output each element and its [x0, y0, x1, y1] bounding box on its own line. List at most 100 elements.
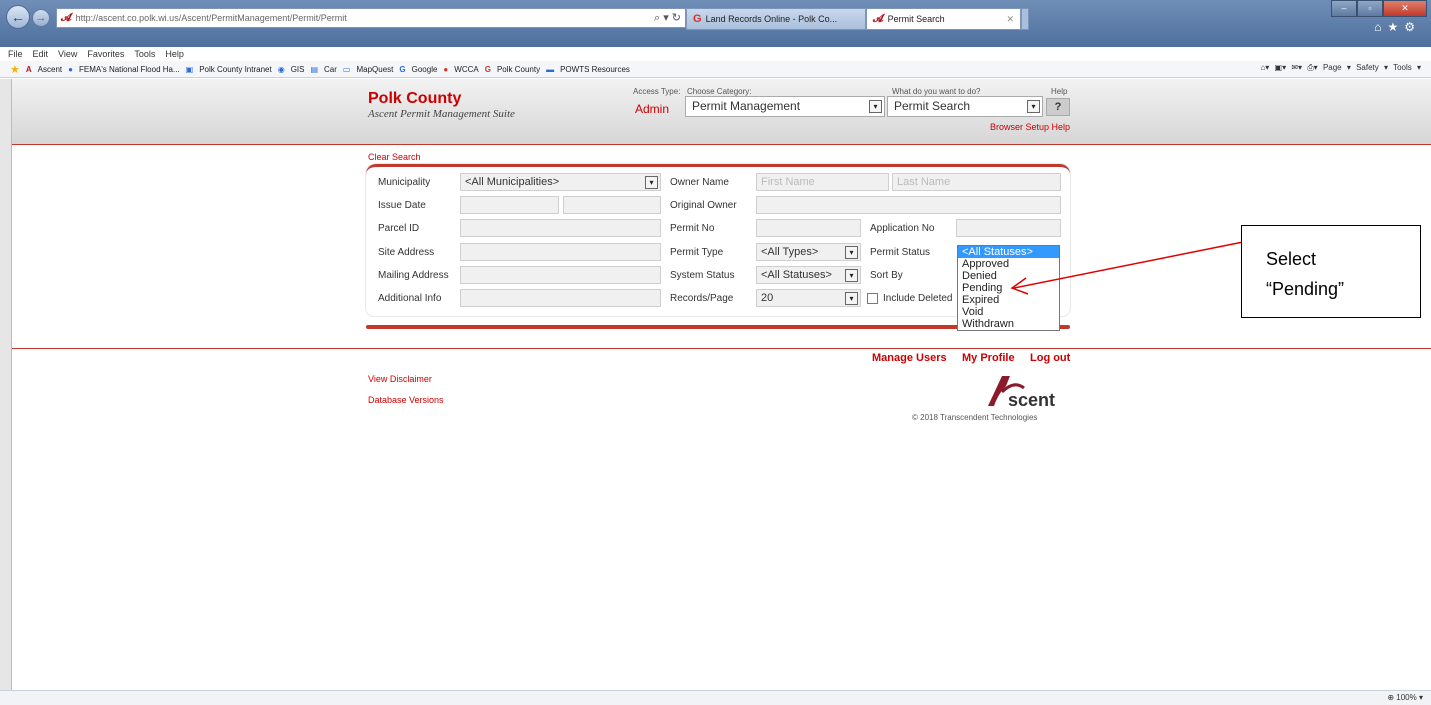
minimize-button[interactable]: –	[1331, 0, 1357, 17]
address-url: http://ascent.co.polk.wi.us/Ascent/Permi…	[75, 13, 347, 23]
fav-mapquest[interactable]: MapQuest	[356, 65, 393, 74]
arrow-right-icon: →	[35, 12, 47, 24]
browser-setup-help-link[interactable]: Browser Setup Help	[990, 122, 1070, 132]
municipality-select[interactable]: <All Municipalities> ▾	[460, 173, 661, 191]
arrow-left-icon: ←	[11, 9, 25, 25]
parcel-id-label: Parcel ID	[378, 223, 420, 234]
original-owner-input[interactable]	[756, 196, 1061, 214]
clear-search-link[interactable]: Clear Search	[368, 152, 421, 162]
annotation-arrow	[1010, 241, 1244, 295]
site-address-input[interactable]	[460, 243, 661, 261]
records-page-select[interactable]: 20 ▾	[756, 289, 861, 307]
permit-status-label: Permit Status	[870, 247, 931, 258]
ascent-logo: scent	[988, 376, 1055, 410]
fav-powts[interactable]: POWTS Resources	[560, 65, 630, 74]
issue-date-label: Issue Date	[378, 200, 426, 211]
help-button[interactable]: ?	[1046, 98, 1070, 116]
menu-favorites[interactable]: Favorites	[87, 49, 124, 59]
favorites-star-icon[interactable]: ★	[10, 63, 20, 76]
log-out-link[interactable]: Log out	[1030, 352, 1070, 364]
site-address-label: Site Address	[378, 247, 435, 258]
menu-help[interactable]: Help	[165, 49, 184, 59]
owner-first-name-input[interactable]: First Name	[756, 173, 889, 191]
issue-date-from-input[interactable]	[460, 196, 559, 214]
sort-by-label: Sort By	[870, 270, 903, 281]
google-favicon-icon: G	[693, 13, 702, 25]
include-deleted-checkbox[interactable]	[867, 293, 878, 304]
fav-gis[interactable]: GIS	[291, 65, 305, 74]
fav-car[interactable]: Car	[324, 65, 337, 74]
parcel-id-input[interactable]	[460, 219, 661, 237]
back-button[interactable]: ←	[6, 5, 30, 29]
brand-title: Polk County	[368, 90, 462, 107]
home-icon: ⌂▾ ▣▾ ✉▾ ⎙▾	[1260, 63, 1318, 72]
status-option-withdrawn[interactable]: Withdrawn	[958, 318, 1059, 330]
menu-view[interactable]: View	[58, 49, 77, 59]
system-status-select[interactable]: <All Statuses> ▾	[756, 266, 861, 284]
chevron-down-icon: ▾	[845, 246, 858, 259]
tab-land-records[interactable]: G Land Records Online - Polk Co...	[686, 8, 866, 30]
zoom-control[interactable]: ⊕ 100% ▾	[1387, 693, 1423, 702]
fav-fema[interactable]: FEMA's National Flood Ha...	[79, 65, 180, 74]
issue-date-to-input[interactable]	[563, 196, 661, 214]
annotation-line-2: “Pending”	[1266, 279, 1345, 299]
google-icon: G	[484, 64, 491, 74]
menu-tools[interactable]: Tools	[134, 49, 155, 59]
maximize-button[interactable]: ▫	[1357, 0, 1383, 17]
access-type-label: Access Type:	[633, 87, 681, 96]
ascent-favicon-icon: A	[25, 64, 32, 74]
close-tab-icon[interactable]: ✕	[1006, 14, 1014, 25]
original-owner-label: Original Owner	[670, 200, 737, 211]
my-profile-link[interactable]: My Profile	[962, 352, 1015, 364]
fav-intranet[interactable]: Polk County Intranet	[199, 65, 271, 74]
category-select[interactable]: Permit Management ▾	[685, 96, 885, 117]
fav-ascent[interactable]: Ascent	[38, 65, 62, 74]
database-versions-link[interactable]: Database Versions	[368, 395, 444, 405]
status-option-void[interactable]: Void	[958, 306, 1059, 318]
tab-label: Land Records Online - Polk Co...	[705, 14, 838, 24]
address-bar[interactable]: 𝓐 http://ascent.co.polk.wi.us/Ascent/Per…	[56, 8, 686, 28]
help-label: Help	[1051, 87, 1068, 96]
application-no-input[interactable]	[956, 219, 1061, 237]
car-icon: ▤	[310, 64, 319, 74]
ascent-favicon-icon: 𝓐	[61, 11, 72, 24]
action-select[interactable]: Permit Search ▾	[887, 96, 1043, 117]
additional-info-input[interactable]	[460, 289, 661, 307]
window-controls: – ▫ ✕	[1331, 0, 1427, 17]
command-bar-tools[interactable]: ⌂▾ ▣▾ ✉▾ ⎙▾ Page ▾ Safety ▾ Tools ▾	[1260, 63, 1421, 73]
tab-permit-search[interactable]: 𝓐 Permit Search ✕	[866, 8, 1021, 30]
fav-wcca[interactable]: WCCA	[454, 65, 478, 74]
owner-name-label: Owner Name	[670, 177, 729, 188]
action-label: What do you want to do?	[892, 87, 981, 96]
map-icon: ▭	[342, 64, 351, 74]
permit-type-select[interactable]: <All Types> ▾	[756, 243, 861, 261]
favorites-bar: ★ A Ascent ● FEMA's National Flood Ha... ▣…	[0, 61, 1431, 78]
forward-button[interactable]: →	[32, 9, 50, 27]
manage-users-link[interactable]: Manage Users	[872, 352, 947, 364]
fav-google[interactable]: Google	[412, 65, 438, 74]
chevron-down-icon: ▾	[645, 176, 658, 189]
menu-bar: File Edit View Favorites Tools Help	[0, 47, 1431, 61]
new-tab-button[interactable]	[1021, 8, 1029, 30]
left-sidebar-strip	[0, 79, 12, 690]
menu-file[interactable]: File	[8, 49, 23, 59]
annotation-line-1: Select	[1266, 249, 1317, 269]
footer-divider	[12, 348, 1431, 349]
chevron-down-icon: ▾	[845, 269, 858, 282]
globe-icon: ●	[68, 64, 73, 74]
ascent-favicon-icon: 𝓐	[873, 12, 884, 25]
search-refresh-icon[interactable]: ⌕ ▾ ↻	[654, 11, 681, 25]
home-favorites-settings-icons[interactable]: ⌂★⚙	[1374, 20, 1421, 34]
include-deleted-label: Include Deleted	[883, 293, 953, 304]
close-window-button[interactable]: ✕	[1383, 0, 1427, 17]
application-no-label: Application No	[870, 223, 935, 234]
mailing-address-input[interactable]	[460, 266, 661, 284]
annotation-callout: Select “Pending”	[1241, 225, 1421, 318]
gis-icon: ◉	[277, 64, 285, 74]
owner-last-name-input[interactable]: Last Name	[892, 173, 1061, 191]
fav-polk-county[interactable]: Polk County	[497, 65, 540, 74]
wcca-icon: ●	[443, 64, 449, 74]
permit-no-input[interactable]	[756, 219, 861, 237]
view-disclaimer-link[interactable]: View Disclaimer	[368, 374, 432, 384]
menu-edit[interactable]: Edit	[33, 49, 49, 59]
